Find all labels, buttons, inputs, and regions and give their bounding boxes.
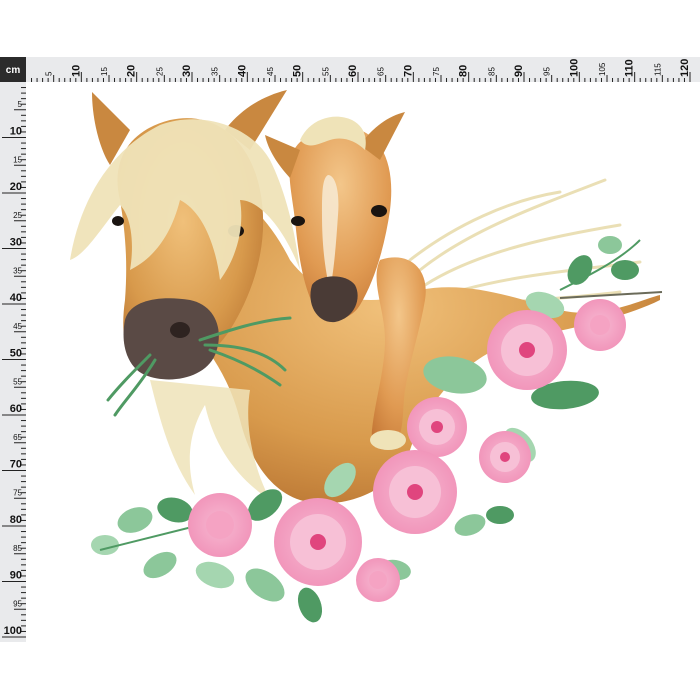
- ruler-number: 40: [236, 65, 248, 77]
- leaf-icon: [245, 568, 285, 602]
- leaf-icon: [91, 535, 119, 555]
- ruler-number: 80: [458, 65, 470, 77]
- ruler-number: 20: [10, 181, 22, 193]
- ruler-number: 5: [45, 71, 54, 76]
- foal-hoof: [370, 430, 406, 450]
- ruler-number: 40: [10, 292, 22, 304]
- ruler-number: 50: [10, 348, 22, 360]
- print-panel: 5 10 15 20 25 30 35 40 45 50 55 60 65 70 75 80 85 90 95 100…: [0, 57, 700, 642]
- ruler-number: 55: [13, 377, 22, 386]
- flower-icon: [274, 498, 362, 586]
- ruler-number: 95: [543, 67, 552, 76]
- ruler-number: 70: [402, 65, 414, 77]
- foal-eye-right: [371, 205, 387, 217]
- flower-icon: [356, 558, 400, 602]
- ruler-number: 10: [10, 126, 22, 138]
- ruler-number: 35: [211, 67, 220, 76]
- ruler-number: 55: [321, 67, 330, 76]
- ruler-number: 100: [4, 625, 22, 637]
- ruler-number: 60: [10, 403, 22, 415]
- flower-icon: [373, 450, 457, 534]
- ruler-number: 85: [487, 67, 496, 76]
- ruler-number: 65: [13, 433, 22, 442]
- mare-nostril: [170, 322, 190, 338]
- ruler-number: 10: [70, 65, 82, 77]
- flower-icon: [479, 431, 531, 483]
- ruler-number: 30: [10, 237, 22, 249]
- ruler-number: 5: [18, 100, 23, 109]
- ruler-number: 50: [292, 65, 304, 77]
- ruler-number: 35: [13, 266, 22, 275]
- ruler-number: 95: [13, 599, 22, 608]
- ruler-number: 80: [10, 514, 22, 526]
- leaf-icon: [297, 587, 323, 623]
- leaf-icon: [598, 236, 622, 254]
- ruler-number: 110: [624, 59, 636, 77]
- ruler-number: 60: [347, 65, 359, 77]
- ruler-number: 45: [13, 322, 22, 331]
- leaf-icon: [195, 561, 235, 589]
- ruler-number: 75: [13, 488, 22, 497]
- leaf-icon: [486, 506, 514, 524]
- ruler-number: 65: [377, 67, 386, 76]
- top-ruler: 5 10 15 20 25 30 35 40 45 50 55 60 65 70 75 80 85 90 95 100…: [26, 57, 700, 82]
- mare-eye-left: [112, 216, 124, 226]
- ruler-number: 15: [100, 67, 109, 76]
- ruler-number: 30: [181, 65, 193, 77]
- left-ruler: 5 10 15 20 25 30 35 40 45 50 55 60 65 70 75 80 85 90 95 100: [0, 82, 26, 642]
- flower-icon: [407, 397, 467, 457]
- leaf-icon: [454, 514, 486, 536]
- ruler-number: 70: [10, 459, 22, 471]
- foal-eye-left: [291, 216, 305, 226]
- unit-label: cm: [6, 65, 21, 76]
- ruler-number: 20: [126, 65, 138, 77]
- ruler-number: 115: [653, 63, 662, 76]
- ruler-number: 75: [432, 67, 441, 76]
- ruler-number: 105: [598, 62, 607, 76]
- ruler-number: 120: [679, 59, 691, 77]
- ruler-corner: cm: [0, 57, 26, 82]
- ruler-number: 45: [266, 67, 275, 76]
- leaf-icon: [611, 260, 639, 280]
- leaf-icon: [143, 551, 177, 579]
- ruler-number: 15: [13, 155, 22, 164]
- ruler-number: 90: [513, 65, 525, 77]
- ruler-number: 90: [10, 570, 22, 582]
- flower-icon: [574, 299, 626, 351]
- flower-icon: [188, 493, 252, 557]
- horse-illustration: [70, 90, 663, 623]
- ruler-number: 85: [13, 544, 22, 553]
- leaf-icon: [117, 507, 153, 533]
- flower-icon: [487, 310, 567, 390]
- ruler-number: 25: [13, 211, 22, 220]
- ruler-number: 100: [568, 59, 580, 77]
- ruler-number: 25: [155, 67, 164, 76]
